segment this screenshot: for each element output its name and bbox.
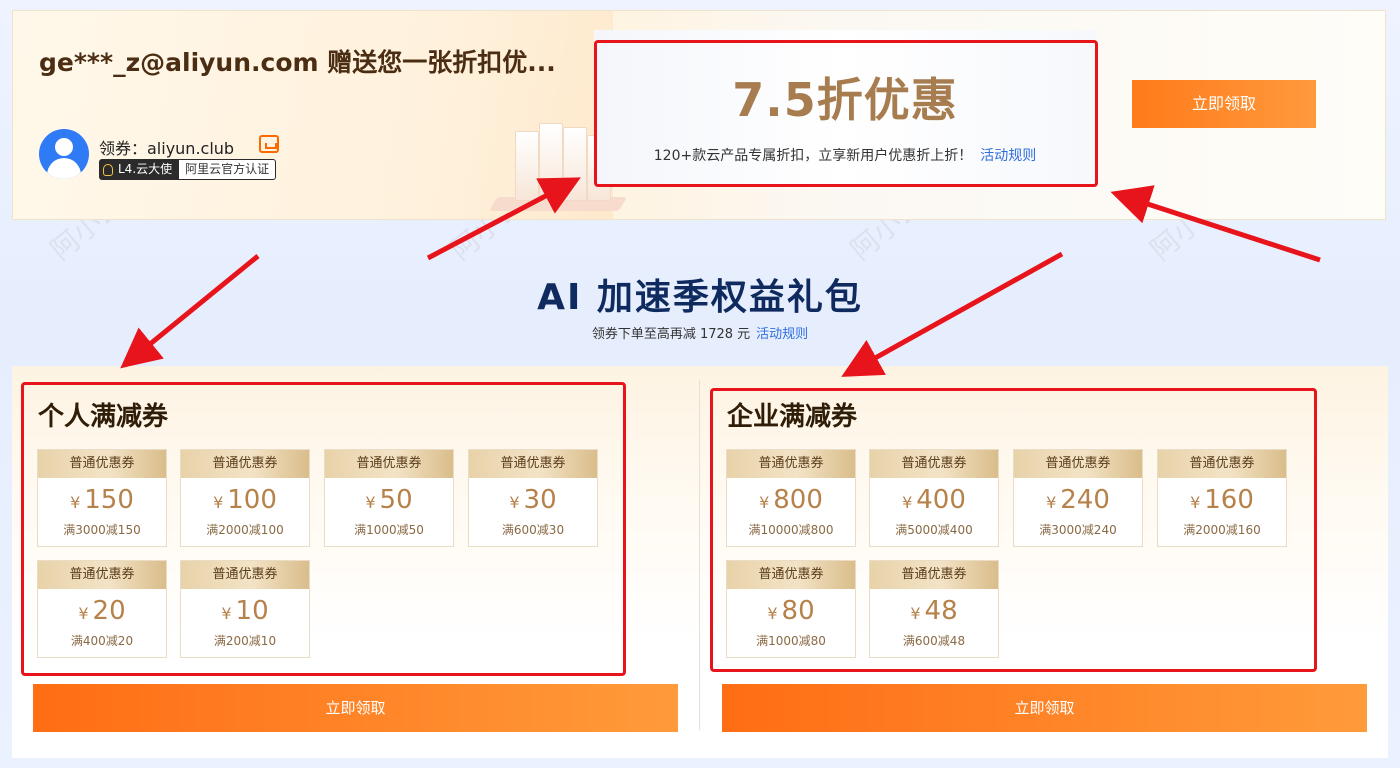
annotation-box-enterprise — [710, 388, 1317, 672]
store-icon[interactable] — [259, 135, 279, 153]
annotation-box-discount — [594, 40, 1098, 187]
section-rule-link[interactable]: 活动规则 — [756, 327, 808, 342]
personal-claim-button[interactable]: 立即领取 — [33, 684, 678, 732]
gift-title: ge***_z@aliyun.com 赠送您一张折扣优... — [39, 48, 556, 77]
divider — [699, 380, 700, 730]
annotation-box-personal — [21, 382, 626, 676]
section-subtitle-text: 领券下单至高再减 1728 元 — [591, 327, 751, 342]
level-badge: L4.云大使 — [99, 159, 179, 180]
discount-claim-button[interactable]: 立即领取 — [1132, 80, 1316, 128]
level-badge-label: L4.云大使 — [118, 162, 173, 176]
cert-badge: 阿里云官方认证 — [178, 159, 277, 180]
receiver-label: 领券：aliyun.club — [99, 139, 235, 158]
section-title: AI 加速季权益礼包 — [537, 277, 863, 318]
bulb-icon — [103, 163, 113, 176]
gift-panel: ge***_z@aliyun.com 赠送您一张折扣优... 领券：aliyun… — [13, 11, 628, 219]
section-subtitle: 领券下单至高再减 1728 元活动规则 — [0, 323, 1400, 342]
avatar — [39, 129, 89, 179]
enterprise-claim-button[interactable]: 立即领取 — [722, 684, 1367, 732]
user-badges: L4.云大使 阿里云官方认证 — [99, 159, 277, 180]
